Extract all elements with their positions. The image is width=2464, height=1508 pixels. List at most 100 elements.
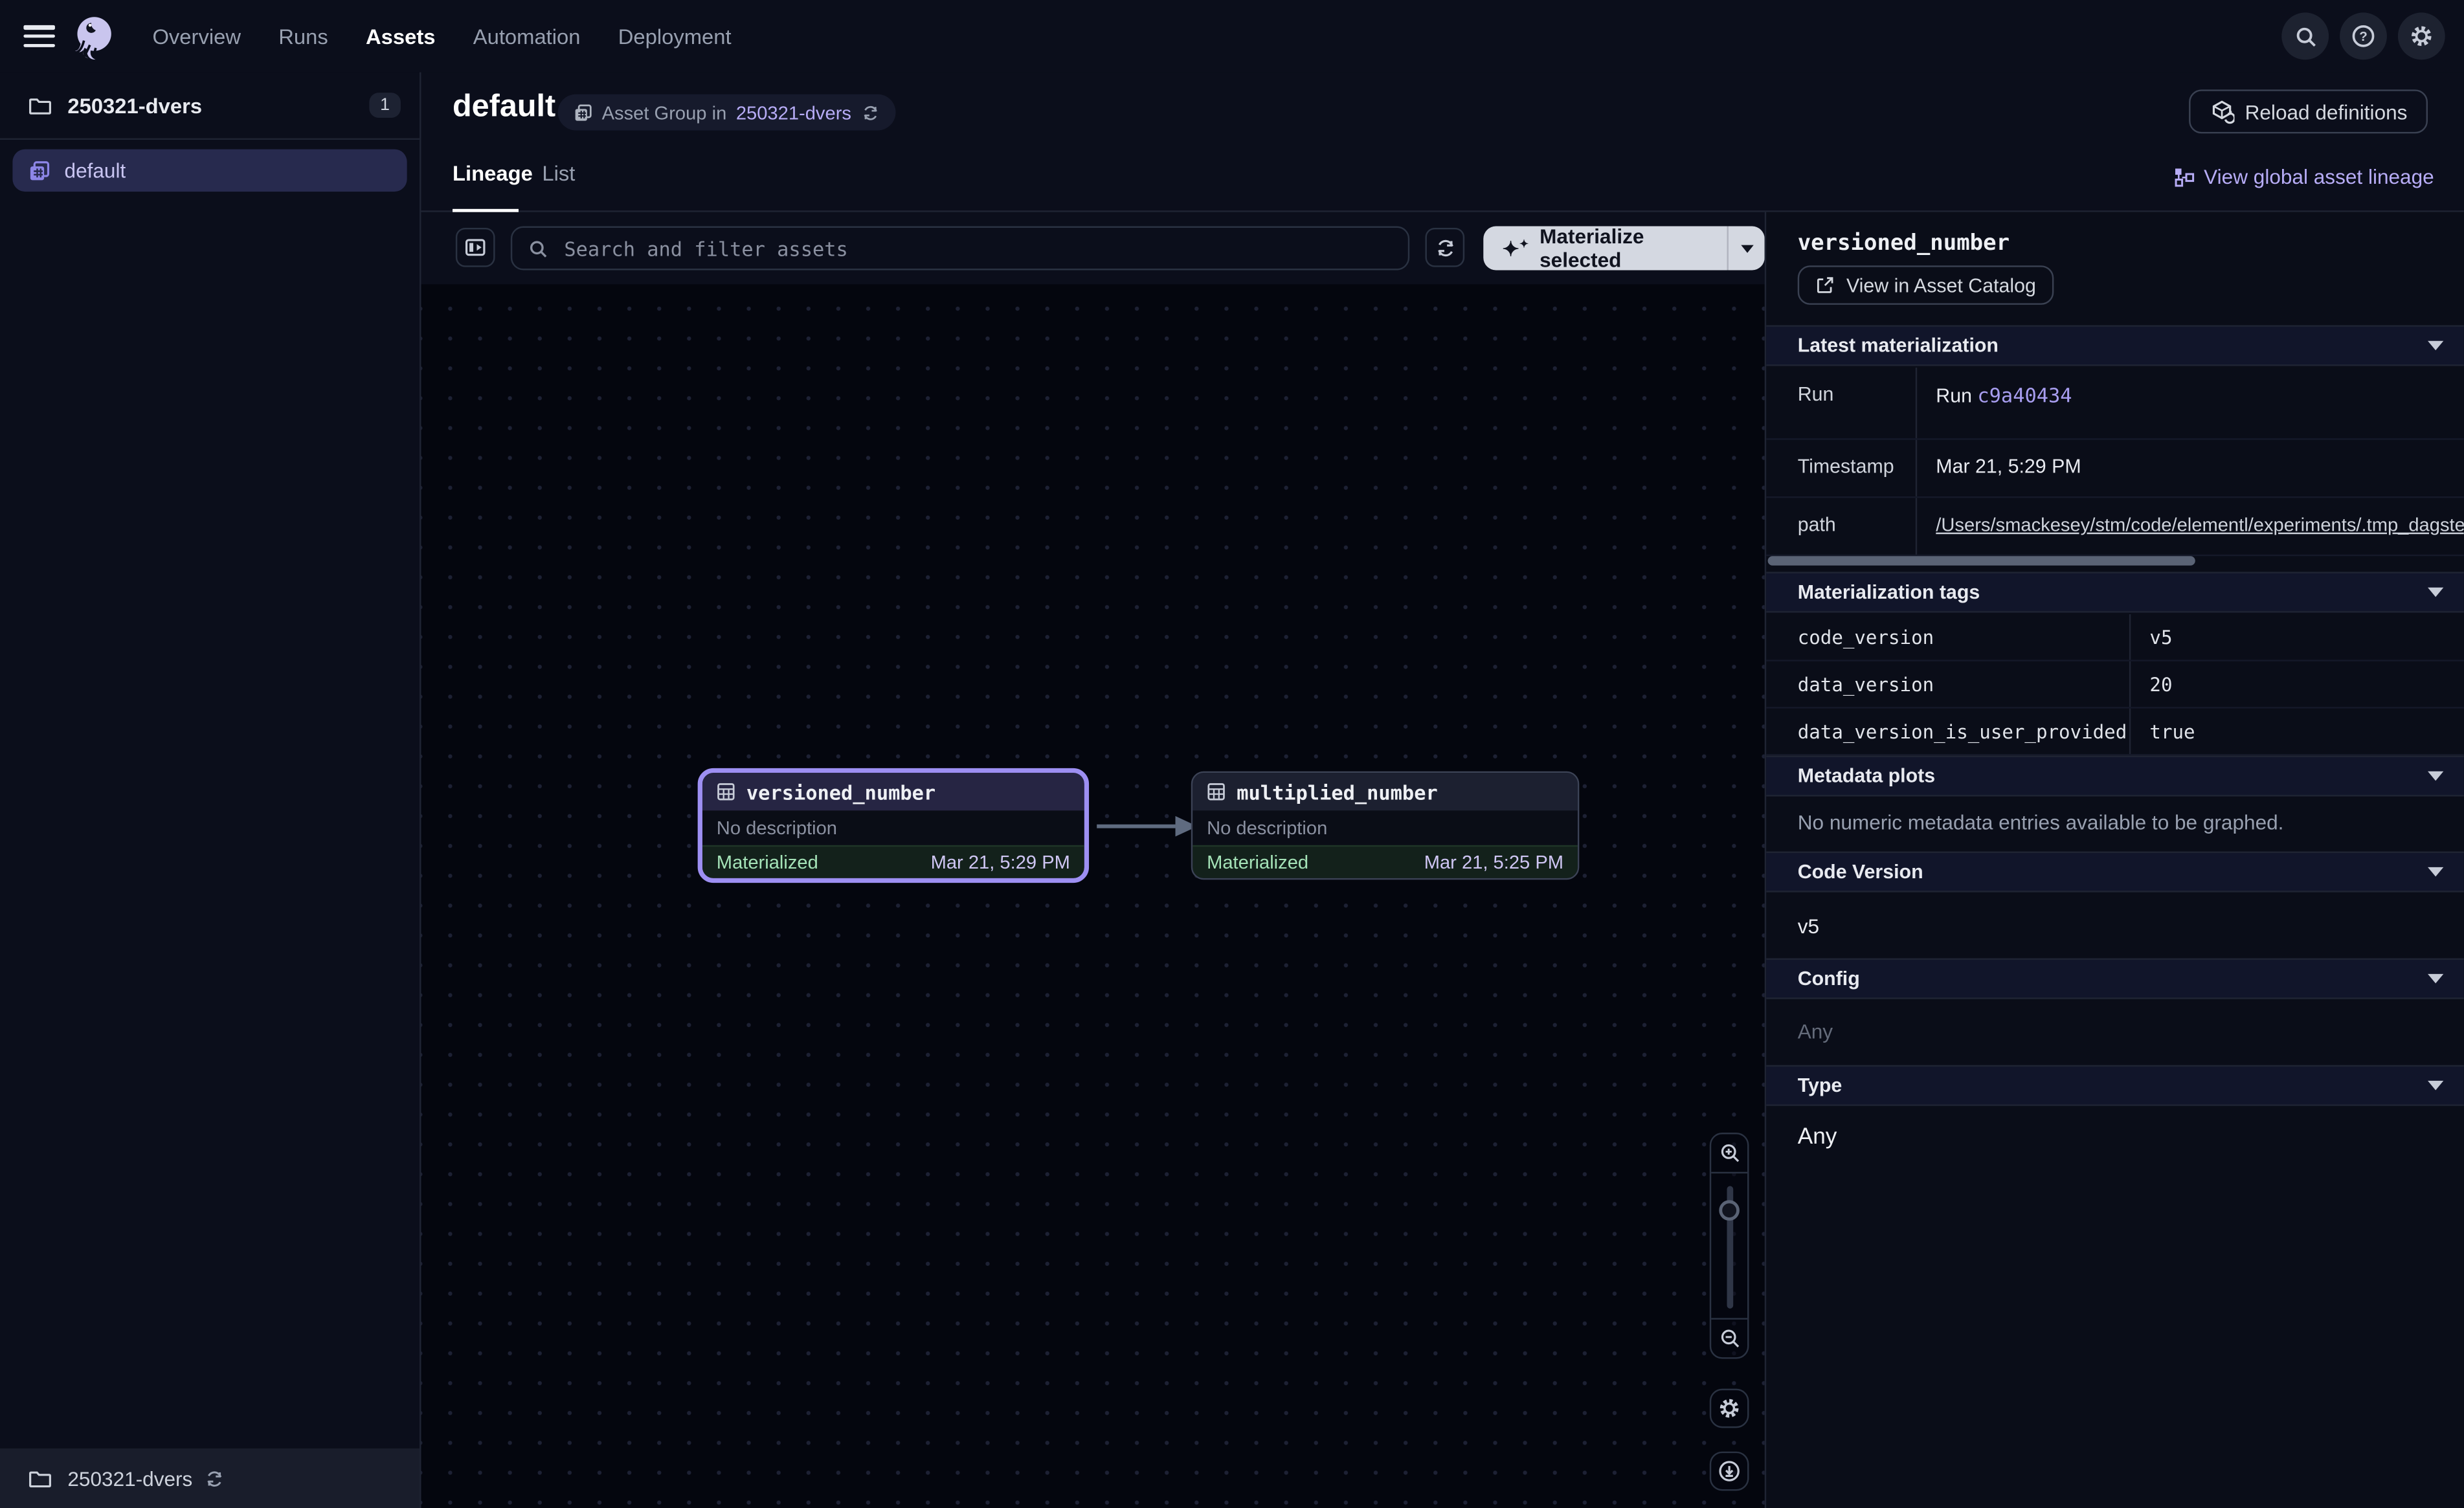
section-label: Latest materialization xyxy=(1798,335,1999,357)
zoom-out-button[interactable] xyxy=(1711,1320,1747,1357)
row-key: Run xyxy=(1766,368,1917,438)
horizontal-scrollbar-thumb[interactable] xyxy=(1768,556,2195,566)
sidebar-item-default[interactable]: default xyxy=(12,150,407,192)
zoom-slider-thumb[interactable] xyxy=(1719,1200,1740,1221)
badge-repo-link[interactable]: 250321-dvers xyxy=(736,102,851,124)
svg-text:?: ? xyxy=(2359,29,2368,44)
external-link-icon xyxy=(1815,275,1835,296)
nav-item-assets[interactable]: Assets xyxy=(366,25,435,48)
tab-bar: Lineage List View global asset lineage xyxy=(421,152,2463,212)
section-label: Materialization tags xyxy=(1798,581,1980,603)
asset-group-badge: Asset Group in 250321-dvers xyxy=(558,94,895,131)
graph-settings-button[interactable] xyxy=(1710,1389,1749,1428)
asset-search xyxy=(511,227,1409,271)
tab-lineage[interactable]: Lineage xyxy=(453,162,533,185)
folder-icon xyxy=(28,93,52,116)
run-id-link[interactable]: c9a40434 xyxy=(1977,383,2072,406)
row-path: path /Users/smackesey/stm/code/elementl/… xyxy=(1766,498,2464,556)
caret-down-icon xyxy=(2428,341,2443,351)
help-button[interactable]: ? xyxy=(2340,12,2387,60)
asset-node-versioned-number[interactable]: versioned_number No description Material… xyxy=(698,768,1089,883)
footer-repo-name: 250321-dvers xyxy=(67,1467,192,1490)
nav-item-runs[interactable]: Runs xyxy=(278,25,328,48)
lineage-icon xyxy=(2173,166,2195,188)
section-label: Metadata plots xyxy=(1798,765,1935,787)
nav-actions: ? xyxy=(2281,12,2445,60)
materialized-timestamp: Mar 21, 5:29 PM xyxy=(931,852,1070,874)
caret-down-icon xyxy=(1741,244,1753,252)
asset-description: No description xyxy=(1193,810,1578,845)
search-icon xyxy=(2293,25,2316,48)
tag-key: data_version xyxy=(1766,661,2131,707)
page-title: default xyxy=(453,89,555,126)
section-label: Code Version xyxy=(1798,861,1923,883)
sidebar-repo-row[interactable]: 250321-dvers 1 xyxy=(0,72,420,140)
materialized-status: Materialized xyxy=(717,852,818,874)
table-icon xyxy=(717,782,735,801)
section-materialization-tags[interactable]: Materialization tags xyxy=(1766,572,2464,613)
graph-toolbar: ✦✦ Materialize selected xyxy=(421,212,1764,285)
section-code-version[interactable]: Code Version xyxy=(1766,852,2464,893)
section-config[interactable]: Config xyxy=(1766,959,2464,999)
gear-icon xyxy=(2409,23,2434,49)
path-link[interactable]: /Users/smackesey/stm/code/elementl/exper… xyxy=(1936,514,2464,536)
run-prefix: Run xyxy=(1936,385,1977,407)
asset-group-icon xyxy=(574,103,592,122)
nav-item-automation[interactable]: Automation xyxy=(473,25,581,48)
search-input[interactable] xyxy=(561,235,1393,261)
caret-down-icon xyxy=(2428,867,2443,877)
section-metadata-plots[interactable]: Metadata plots xyxy=(1766,755,2464,796)
row-key: Timestamp xyxy=(1766,440,1917,496)
panel-asset-title: versioned_number xyxy=(1798,231,2010,256)
nav-item-overview[interactable]: Overview xyxy=(152,25,241,48)
global-lineage-label: View global asset lineage xyxy=(2204,165,2434,188)
refresh-graph-button[interactable] xyxy=(1425,228,1464,267)
view-in-asset-catalog-button[interactable]: View in Asset Catalog xyxy=(1798,265,2054,305)
zoom-in-icon xyxy=(1718,1142,1740,1164)
download-graph-button[interactable] xyxy=(1710,1452,1749,1491)
search-icon xyxy=(528,238,549,259)
tag-key: code_version xyxy=(1766,614,2131,660)
view-global-asset-lineage-link[interactable]: View global asset lineage xyxy=(2173,165,2434,188)
tag-value: true xyxy=(2131,720,2464,742)
asset-node-multiplied-number[interactable]: multiplied_number No description Materia… xyxy=(1191,771,1580,880)
section-type[interactable]: Type xyxy=(1766,1065,2464,1106)
materialized-status: Materialized xyxy=(1207,852,1308,874)
caret-down-icon xyxy=(2428,1081,2443,1091)
caret-down-icon xyxy=(2428,974,2443,984)
asset-description: No description xyxy=(702,810,1084,845)
section-latest-materialization[interactable]: Latest materialization xyxy=(1766,325,2464,366)
badge-prefix: Asset Group in xyxy=(602,102,727,124)
nav-item-deployment[interactable]: Deployment xyxy=(618,25,732,48)
gear-icon xyxy=(1718,1397,1741,1420)
refresh-icon[interactable] xyxy=(861,103,880,122)
zoom-in-button[interactable] xyxy=(1711,1134,1747,1171)
search-button[interactable] xyxy=(2281,12,2329,60)
top-nav: Overview Runs Assets Automation Deployme… xyxy=(0,0,2464,72)
materialize-selected-button[interactable]: ✦✦ Materialize selected xyxy=(1483,227,1764,271)
reload-label: Reload definitions xyxy=(2245,100,2408,123)
caret-down-icon xyxy=(2428,588,2443,597)
sidebar: 250321-dvers 1 default 250321-dvers xyxy=(0,72,421,1508)
asset-name: versioned_number xyxy=(746,780,935,803)
tag-value: 20 xyxy=(2131,673,2464,695)
metadata-plots-empty-text: No numeric metadata entries available to… xyxy=(1798,810,2284,834)
folder-icon xyxy=(28,1467,52,1490)
repo-count-badge: 1 xyxy=(369,93,401,118)
dagster-logo[interactable] xyxy=(71,12,118,60)
reload-definitions-button[interactable]: Reload definitions xyxy=(2188,89,2428,133)
row-value: Run c9a40434 xyxy=(1917,368,2464,438)
refresh-icon[interactable] xyxy=(203,1468,224,1489)
hamburger-menu-icon[interactable] xyxy=(23,25,55,47)
materialize-label: Materialize selected xyxy=(1540,227,1708,271)
materialize-dropdown-button[interactable] xyxy=(1728,227,1765,271)
materialized-timestamp: Mar 21, 5:25 PM xyxy=(1424,852,1563,874)
lineage-canvas[interactable]: versioned_number No description Material… xyxy=(421,284,1764,1508)
tab-list[interactable]: List xyxy=(542,162,575,185)
nav-items: Overview Runs Assets Automation Deployme… xyxy=(152,25,731,48)
asset-name: multiplied_number xyxy=(1237,780,1438,803)
tag-key: data_version_is_user_provided xyxy=(1766,709,2131,754)
settings-button[interactable] xyxy=(2398,12,2445,60)
collapse-panel-button[interactable] xyxy=(456,228,495,267)
row-key: path xyxy=(1766,498,1917,554)
